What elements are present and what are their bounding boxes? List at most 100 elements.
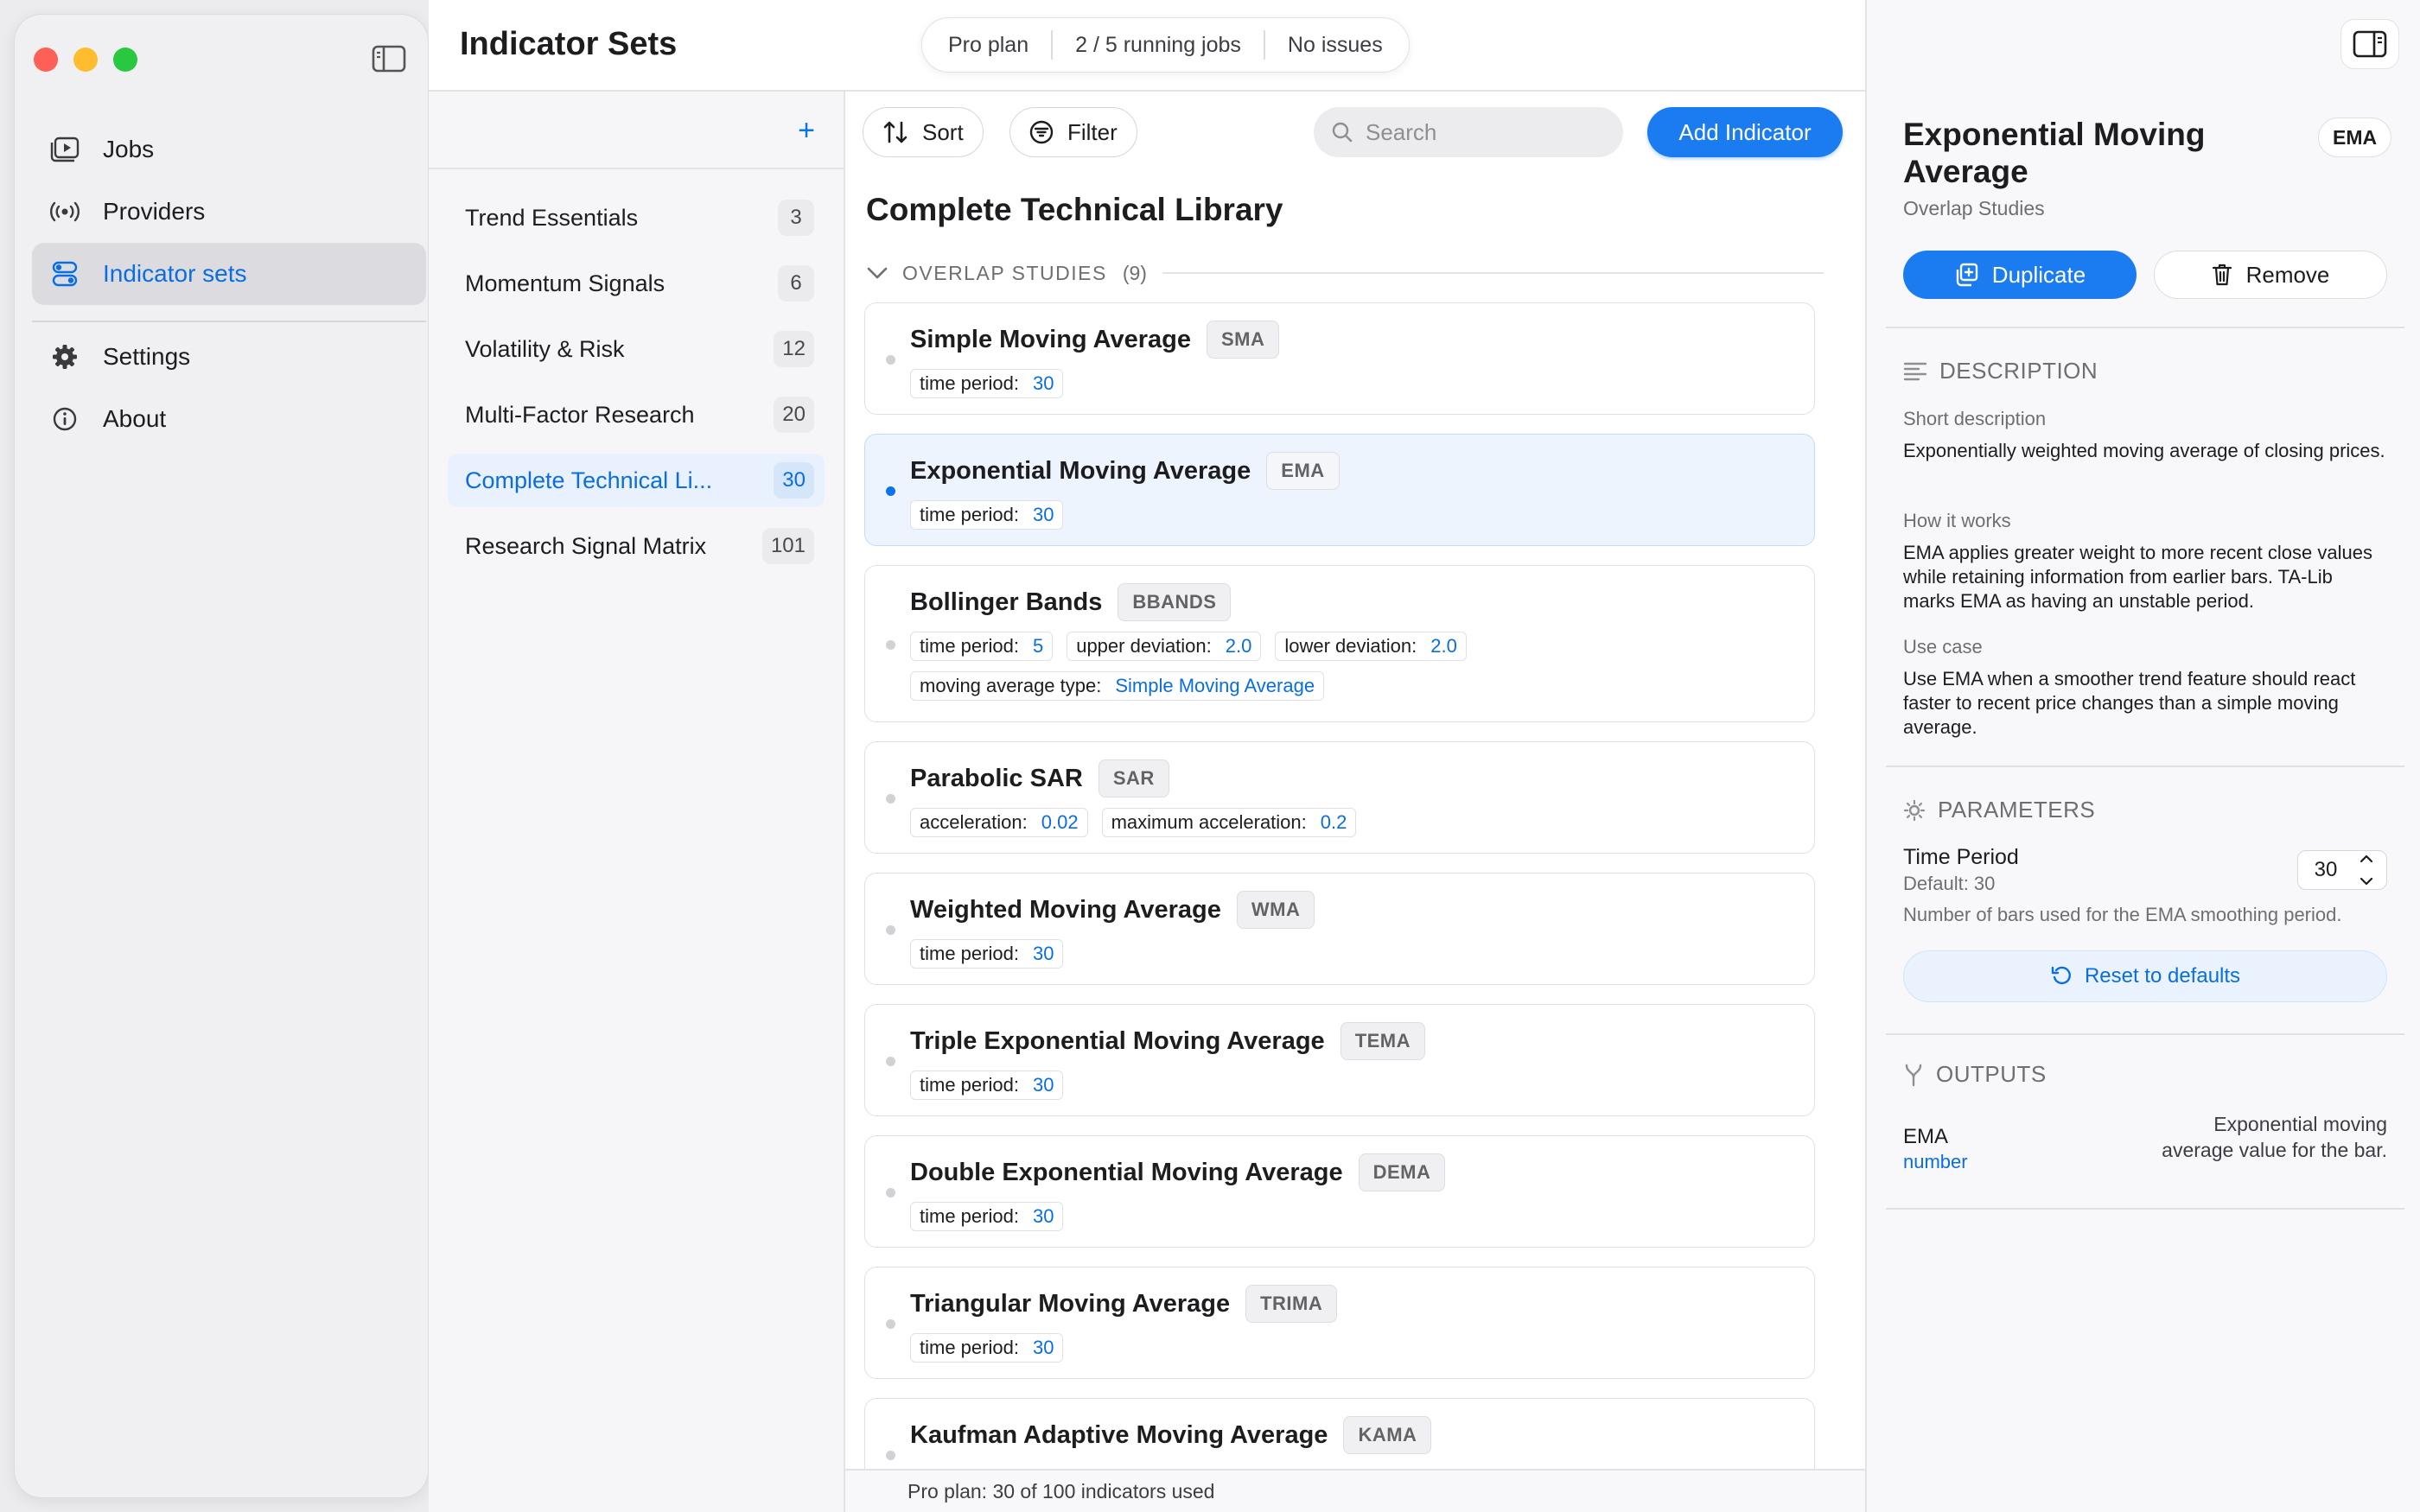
indicator-card-sar[interactable]: Parabolic SAR SAR acceleration: 0.02 maxim…	[864, 741, 1815, 854]
remove-button[interactable]: Remove	[2154, 251, 2387, 299]
sidebar-item-label: Providers	[103, 198, 206, 225]
sliders-icon	[1903, 799, 1926, 822]
text-lines-icon	[1903, 361, 1927, 382]
section-divider	[1886, 327, 2404, 328]
set-item-research-signal-matrix[interactable]: Research Signal Matrix 101	[448, 519, 825, 573]
time-period-stepper[interactable]: 30	[2297, 850, 2387, 890]
indicator-abbr-badge: WMA	[1236, 891, 1315, 929]
section-divider	[1886, 1208, 2404, 1210]
param-value: 2.0	[1225, 635, 1252, 657]
param-value: 2.0	[1430, 635, 1457, 657]
status-dot	[886, 1057, 895, 1066]
param-value: 5	[1032, 635, 1044, 657]
param-label: lower deviation:	[1284, 635, 1417, 657]
indicator-card-ema[interactable]: Exponential Moving Average EMA time perio…	[864, 434, 1815, 546]
chevron-down-icon	[866, 266, 888, 280]
status-pill: Pro plan 2 / 5 running jobs No issues	[921, 17, 1410, 73]
sort-button[interactable]: Sort	[863, 107, 984, 157]
indicator-card-tema[interactable]: Triple Exponential Moving Average TEMA ti…	[864, 1004, 1815, 1116]
gear-icon	[49, 341, 80, 372]
add-set-button[interactable]: +	[792, 116, 821, 147]
inspector-toggle-icon[interactable]	[2340, 19, 2399, 69]
sidebar-item-about[interactable]: About	[32, 388, 426, 450]
sidebar-item-settings[interactable]: Settings	[32, 326, 426, 388]
indicator-name: Simple Moving Average	[910, 325, 1191, 353]
status-dot	[886, 640, 895, 650]
set-count: 12	[774, 331, 814, 367]
set-name: Trend Essentials	[465, 204, 639, 231]
sidebar-item-label: Jobs	[103, 136, 155, 162]
param-label: moving average type:	[920, 675, 1102, 696]
indicator-name: Parabolic SAR	[910, 764, 1083, 792]
selected-dot	[886, 486, 895, 496]
group-header-overlap-studies[interactable]: OVERLAP STUDIES (9)	[866, 256, 1824, 290]
set-item-momentum-signals[interactable]: Momentum Signals 6	[448, 257, 825, 310]
inspector-title: Exponential Moving Average	[1903, 117, 2206, 189]
minimize-window-button[interactable]	[73, 48, 98, 72]
indicator-abbr-badge: TEMA	[1340, 1022, 1426, 1060]
indicator-card-bbands[interactable]: Bollinger Bands BBANDS time period: 5 uppe…	[864, 565, 1815, 722]
indicator-card-trima[interactable]: Triangular Moving Average TRIMA time peri…	[864, 1267, 1815, 1379]
add-indicator-button[interactable]: Add Indicator	[1647, 107, 1843, 157]
reset-to-defaults-button[interactable]: Reset to defaults	[1903, 950, 2387, 1002]
search-input[interactable]: Search	[1314, 107, 1623, 157]
set-count: 6	[778, 265, 814, 302]
param-chip: maximum acceleration: 0.2	[1101, 808, 1357, 837]
set-item-volatility-risk[interactable]: Volatility & Risk 12	[448, 322, 825, 376]
filter-button[interactable]: Filter	[1009, 107, 1137, 157]
set-item-multi-factor-research[interactable]: Multi-Factor Research 20	[448, 388, 825, 442]
issues-status: No issues	[1287, 32, 1383, 57]
sidebar-toggle-icon[interactable]	[371, 44, 407, 73]
filter-icon	[1029, 120, 1054, 144]
inspector-panel: Exponential Moving Average EMA Overlap S…	[1865, 0, 2420, 1512]
sort-icon	[882, 120, 908, 144]
stepper-value[interactable]: 30	[2298, 858, 2353, 882]
set-item-complete-technical-library[interactable]: Complete Technical Li... 30	[448, 454, 825, 507]
indicator-card-sma[interactable]: Simple Moving Average SMA time period: 30	[864, 302, 1815, 415]
param-value: Simple Moving Average	[1115, 675, 1315, 696]
chevron-down-icon[interactable]	[2359, 876, 2374, 886]
remove-label: Remove	[2245, 261, 2330, 288]
sidebar-item-providers[interactable]: Providers	[32, 181, 426, 243]
zoom-window-button[interactable]	[113, 48, 137, 72]
chevron-up-icon[interactable]	[2359, 854, 2374, 864]
param-value: 30	[1032, 1205, 1054, 1227]
indicator-abbr-badge: EMA	[1266, 452, 1340, 490]
param-chip: upper deviation: 2.0	[1067, 632, 1262, 661]
param-value: 30	[1032, 504, 1054, 525]
filter-label: Filter	[1067, 118, 1118, 145]
sidebar-divider	[32, 321, 426, 322]
library-title: Complete Technical Library	[866, 192, 1283, 227]
sidebar-item-jobs[interactable]: Jobs	[32, 118, 426, 181]
duplicate-icon	[1954, 263, 1978, 287]
search-icon	[1331, 121, 1353, 143]
indicator-abbr-badge: SAR	[1098, 759, 1169, 797]
duplicate-button[interactable]: Duplicate	[1903, 251, 2137, 299]
sidebar-item-indicator-sets[interactable]: Indicator sets	[32, 243, 426, 305]
sidebar-item-label: Indicator sets	[103, 260, 247, 287]
set-item-trend-essentials[interactable]: Trend Essentials 3	[448, 191, 825, 245]
description-heading: DESCRIPTION	[1903, 358, 2098, 384]
indicator-abbr-badge: DEMA	[1358, 1153, 1446, 1191]
status-dot	[886, 1319, 895, 1329]
section-divider	[1886, 1033, 2404, 1035]
indicator-abbr-badge: BBANDS	[1118, 583, 1232, 621]
status-dot	[886, 1451, 895, 1460]
indicator-card-dema[interactable]: Double Exponential Moving Average DEMA ti…	[864, 1135, 1815, 1248]
status-dot	[886, 794, 895, 804]
param-chip: time period: 30	[910, 1333, 1064, 1363]
search-placeholder: Search	[1366, 118, 1437, 145]
param-label: time period:	[920, 504, 1019, 525]
set-name: Complete Technical Li...	[465, 467, 713, 493]
set-name: Multi-Factor Research	[465, 401, 695, 428]
parameters-heading: PARAMETERS	[1903, 797, 2095, 823]
indicator-abbr-badge: KAMA	[1343, 1416, 1432, 1454]
stepper-arrows[interactable]	[2353, 854, 2379, 886]
outputs-heading: OUTPUTS	[1903, 1061, 2047, 1088]
indicator-card-wma[interactable]: Weighted Moving Average WMA time period: 3…	[864, 873, 1815, 985]
output-description: Exponential moving average value for the…	[2162, 1113, 2387, 1161]
param-value: 0.2	[1320, 811, 1347, 833]
status-dot	[886, 355, 895, 365]
close-window-button[interactable]	[34, 48, 58, 72]
inspector-abbr-badge: EMA	[2318, 118, 2392, 157]
